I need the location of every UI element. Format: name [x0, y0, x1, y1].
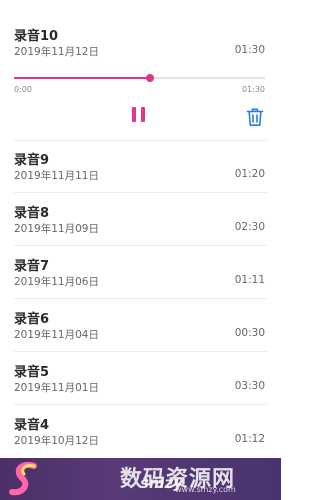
pause-button[interactable]	[130, 106, 148, 126]
recording-item[interactable]: 录音4 2019年10月12日 01:12	[0, 406, 281, 458]
watermark-logo-icon	[9, 462, 37, 496]
recording-date: 2019年11月11日	[14, 170, 99, 182]
divider	[14, 298, 267, 299]
divider	[14, 245, 267, 246]
recording-title: 录音6	[14, 312, 50, 327]
recording-date: 2019年11月06日	[14, 276, 99, 288]
total-time: 01:30	[241, 85, 265, 94]
recording-title: 录音9	[14, 153, 50, 168]
recording-title: 录音8	[14, 206, 50, 221]
recording-date: 2019年11月01日	[14, 382, 99, 394]
playing-recording-card[interactable]: 录音10 2019年11月12日 01:30 0:00 01:30	[0, 0, 281, 140]
recording-duration: 01:30	[234, 44, 265, 56]
seek-bar-thumb[interactable]	[145, 74, 154, 82]
recording-duration: 01:12	[234, 433, 265, 445]
recording-title: 录音7	[14, 259, 50, 274]
recording-duration: 02:30	[234, 221, 265, 233]
recording-duration: 01:11	[234, 274, 265, 286]
recording-title: 录音4	[14, 418, 50, 433]
recording-item[interactable]: 录音7 2019年11月06日 01:11	[0, 247, 281, 299]
recording-date: 2019年11月04日	[14, 329, 99, 341]
current-time: 0:00	[14, 85, 32, 94]
seek-bar-progress	[14, 77, 150, 79]
seek-bar[interactable]	[14, 74, 265, 82]
trash-icon	[246, 108, 264, 126]
recording-item[interactable]: 录音9 2019年11月11日 01:20	[0, 141, 281, 193]
divider	[14, 351, 267, 352]
recording-date: 2019年10月12日	[14, 435, 99, 447]
delete-button[interactable]	[246, 107, 264, 127]
recording-title: 录音10	[14, 29, 59, 44]
watermark-url: www.smzy.com	[175, 485, 236, 494]
watermark-banner: 数码资源网 smzy www.smzy.com	[0, 458, 281, 500]
divider	[14, 404, 267, 405]
recording-date: 2019年11月09日	[14, 223, 99, 235]
recording-duration: 03:30	[234, 380, 265, 392]
pause-icon	[132, 107, 136, 122]
divider	[14, 192, 267, 193]
recording-duration: 01:20	[234, 168, 265, 180]
recording-item[interactable]: 录音5 2019年11月01日 03:30	[0, 353, 281, 405]
recording-title: 录音5	[14, 365, 50, 380]
recording-item[interactable]: 录音6 2019年11月04日 00:30	[0, 300, 281, 352]
recording-item[interactable]: 录音8 2019年11月09日 02:30	[0, 194, 281, 246]
recording-duration: 00:30	[234, 327, 265, 339]
recording-date: 2019年11月12日	[14, 46, 99, 58]
